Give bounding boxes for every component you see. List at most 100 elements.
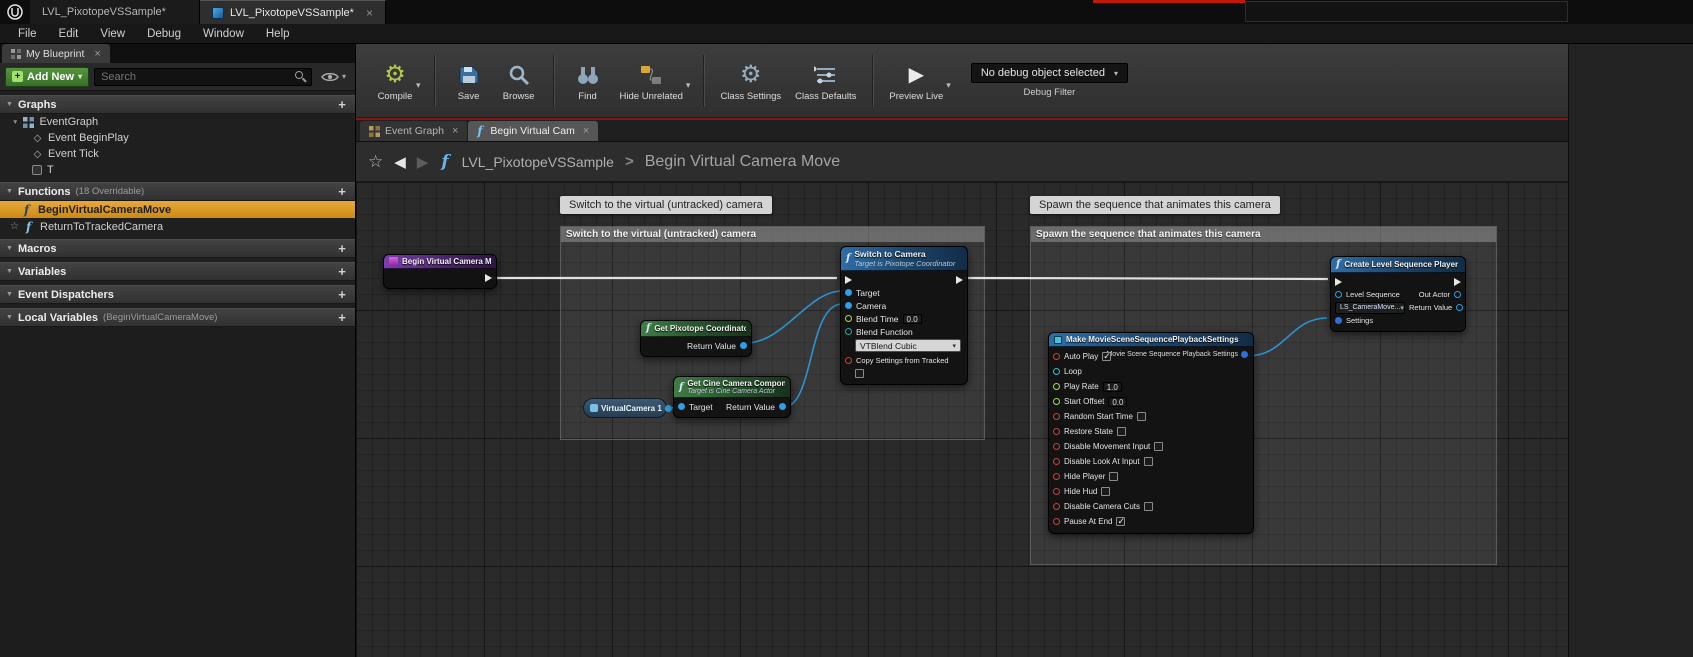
- hide-hud-pin[interactable]: [1053, 488, 1060, 495]
- compile-button[interactable]: ⚙ Compile: [370, 58, 420, 104]
- tab-begin-virtual-cam[interactable]: f Begin Virtual Cam ×: [468, 121, 598, 141]
- menu-view[interactable]: View: [90, 26, 135, 42]
- target-pin[interactable]: [845, 289, 852, 296]
- save-button[interactable]: Save: [444, 58, 494, 104]
- return-value-pin[interactable]: [779, 403, 786, 410]
- exec-out-pin[interactable]: [485, 274, 492, 282]
- search-input[interactable]: [95, 71, 311, 83]
- disable-movement-input-pin[interactable]: [1053, 443, 1060, 450]
- exec-in-pin[interactable]: [1335, 278, 1342, 286]
- settings-out-pin[interactable]: [1241, 351, 1248, 358]
- close-icon[interactable]: ×: [366, 6, 373, 20]
- disable-look-at-input-pin[interactable]: [1053, 458, 1060, 465]
- random-start-time-pin[interactable]: [1053, 413, 1060, 420]
- level-sequence-pin[interactable]: [1335, 291, 1342, 298]
- find-button[interactable]: Find: [563, 58, 613, 104]
- restore-state-checkbox[interactable]: [1117, 427, 1126, 436]
- tree-item-eventgraph[interactable]: ▼ EventGraph: [0, 114, 355, 130]
- class-defaults-button[interactable]: Class Defaults: [788, 58, 863, 104]
- blend-time-pin[interactable]: [845, 315, 852, 322]
- disable-look-at-input-checkbox[interactable]: [1144, 457, 1153, 466]
- tab-my-blueprint[interactable]: My Blueprint ×: [2, 44, 110, 63]
- random-start-time-checkbox[interactable]: [1137, 412, 1146, 421]
- class-settings-button[interactable]: ⚙ Class Settings: [713, 58, 788, 104]
- add-macro-button[interactable]: +: [335, 241, 349, 256]
- browse-button[interactable]: Browse: [494, 58, 544, 104]
- visibility-filter-button[interactable]: ▾: [317, 67, 350, 87]
- blend-time-input[interactable]: 0.0: [903, 314, 922, 324]
- add-function-button[interactable]: +: [335, 184, 349, 199]
- add-local-variable-button[interactable]: +: [335, 310, 349, 325]
- variables-section-header[interactable]: ▼ Variables +: [0, 262, 355, 281]
- comment-title[interactable]: Switch to the virtual (untracked) camera: [561, 227, 984, 242]
- function-return-to-tracked-camera[interactable]: ☆ f ReturnToTrackedCamera: [0, 218, 355, 235]
- node-create-level-sequence-player[interactable]: f Create Level Sequence Player Level Seq…: [1330, 256, 1466, 332]
- expand-icon[interactable]: ▼: [12, 119, 18, 126]
- start-offset-pin[interactable]: [1053, 398, 1060, 405]
- macros-section-header[interactable]: ▼ Macros +: [0, 239, 355, 258]
- pause-at-end-pin[interactable]: [1053, 518, 1060, 525]
- camera-pin[interactable]: [845, 302, 852, 309]
- menu-file[interactable]: File: [8, 26, 47, 42]
- graph-canvas[interactable]: Switch to the virtual (untracked) camera…: [356, 182, 1693, 657]
- local-variables-section-header[interactable]: ▼ Local Variables (BeginVirtualCameraMov…: [0, 308, 355, 327]
- comment-bubble[interactable]: Switch to the virtual (untracked) camera: [560, 196, 772, 214]
- add-new-button[interactable]: + Add New ▾: [5, 67, 89, 87]
- functions-section-header[interactable]: ▼ Functions (18 Overridable) +: [0, 182, 355, 201]
- copy-settings-checkbox[interactable]: [855, 369, 864, 378]
- auto-play-checkbox[interactable]: [1102, 352, 1111, 361]
- favorite-star-icon[interactable]: ☆: [368, 152, 383, 172]
- menu-help[interactable]: Help: [256, 26, 300, 42]
- node-virtual-camera-variable[interactable]: VirtualCamera 1: [583, 398, 667, 418]
- blend-function-dropdown[interactable]: VTBlend Cubic ▾: [855, 339, 961, 352]
- preview-live-button[interactable]: ▶ Preview Live: [882, 58, 950, 104]
- asset-tab-level[interactable]: LVL_PixotopeVSSample*: [30, 0, 200, 24]
- start-offset-input[interactable]: 0.0: [1108, 397, 1127, 407]
- hide-hud-checkbox[interactable]: [1101, 487, 1110, 496]
- menu-edit[interactable]: Edit: [49, 26, 89, 42]
- event-dispatchers-section-header[interactable]: ▼ Event Dispatchers +: [0, 285, 355, 304]
- tab-event-graph[interactable]: Event Graph ×: [360, 121, 467, 141]
- add-variable-button[interactable]: +: [335, 264, 349, 279]
- copy-settings-pin[interactable]: [845, 357, 852, 364]
- out-actor-pin[interactable]: [1454, 291, 1461, 298]
- asset-tab-level-active[interactable]: LVL_PixotopeVSSample* ×: [200, 0, 386, 24]
- hide-player-pin[interactable]: [1053, 473, 1060, 480]
- exec-out-pin[interactable]: [956, 276, 963, 284]
- tree-item-event-beginplay[interactable]: ◇ Event BeginPlay: [0, 130, 355, 146]
- node-get-pixotope-coordinator[interactable]: f Get Pixotope Coordinator Return Value: [640, 320, 752, 357]
- disable-camera-cuts-checkbox[interactable]: [1144, 502, 1153, 511]
- menu-debug[interactable]: Debug: [137, 26, 191, 42]
- play-rate-input[interactable]: 1.0: [1103, 382, 1122, 392]
- tree-item-input-t[interactable]: T: [0, 162, 355, 178]
- close-icon[interactable]: ×: [583, 125, 589, 137]
- hide-player-checkbox[interactable]: [1109, 472, 1118, 481]
- return-value-pin[interactable]: [1456, 304, 1463, 311]
- blend-function-pin[interactable]: [845, 328, 852, 335]
- exec-in-pin[interactable]: [845, 276, 852, 284]
- restore-state-pin[interactable]: [1053, 428, 1060, 435]
- hide-unrelated-button[interactable]: Hide Unrelated: [613, 58, 690, 104]
- play-rate-pin[interactable]: [1053, 383, 1060, 390]
- debug-object-dropdown[interactable]: No debug object selected ▾: [971, 63, 1128, 83]
- add-graph-button[interactable]: +: [335, 97, 349, 112]
- comment-bubble[interactable]: Spawn the sequence that animates this ca…: [1030, 196, 1280, 214]
- node-get-cine-camera-component[interactable]: f Get Cine Camera Component Target is Ci…: [673, 376, 791, 418]
- tree-item-event-tick[interactable]: ◇ Event Tick: [0, 146, 355, 162]
- node-begin-virtual-camera-move[interactable]: Begin Virtual Camera Move: [383, 254, 497, 289]
- disable-camera-cuts-pin[interactable]: [1053, 503, 1060, 510]
- forward-arrow-icon[interactable]: ▶: [417, 153, 429, 171]
- breadcrumb-root[interactable]: LVL_PixotopeVSSample: [462, 154, 614, 170]
- comment-title[interactable]: Spawn the sequence that animates this ca…: [1031, 227, 1496, 242]
- menu-window[interactable]: Window: [193, 26, 254, 42]
- variable-out-pin[interactable]: [665, 405, 672, 412]
- back-arrow-icon[interactable]: ◀: [394, 153, 406, 171]
- auto-play-pin[interactable]: [1053, 353, 1060, 360]
- close-icon[interactable]: ×: [452, 125, 458, 137]
- node-switch-to-camera[interactable]: f Switch to Camera Target is Pixotope Co…: [840, 246, 968, 385]
- level-sequence-asset-dropdown[interactable]: LS_CameraMove... ▾: [1335, 302, 1405, 314]
- close-icon[interactable]: ×: [94, 48, 100, 60]
- exec-out-pin[interactable]: [1454, 278, 1461, 286]
- graphs-section-header[interactable]: ▼ Graphs +: [0, 95, 355, 114]
- return-value-pin[interactable]: [740, 342, 747, 349]
